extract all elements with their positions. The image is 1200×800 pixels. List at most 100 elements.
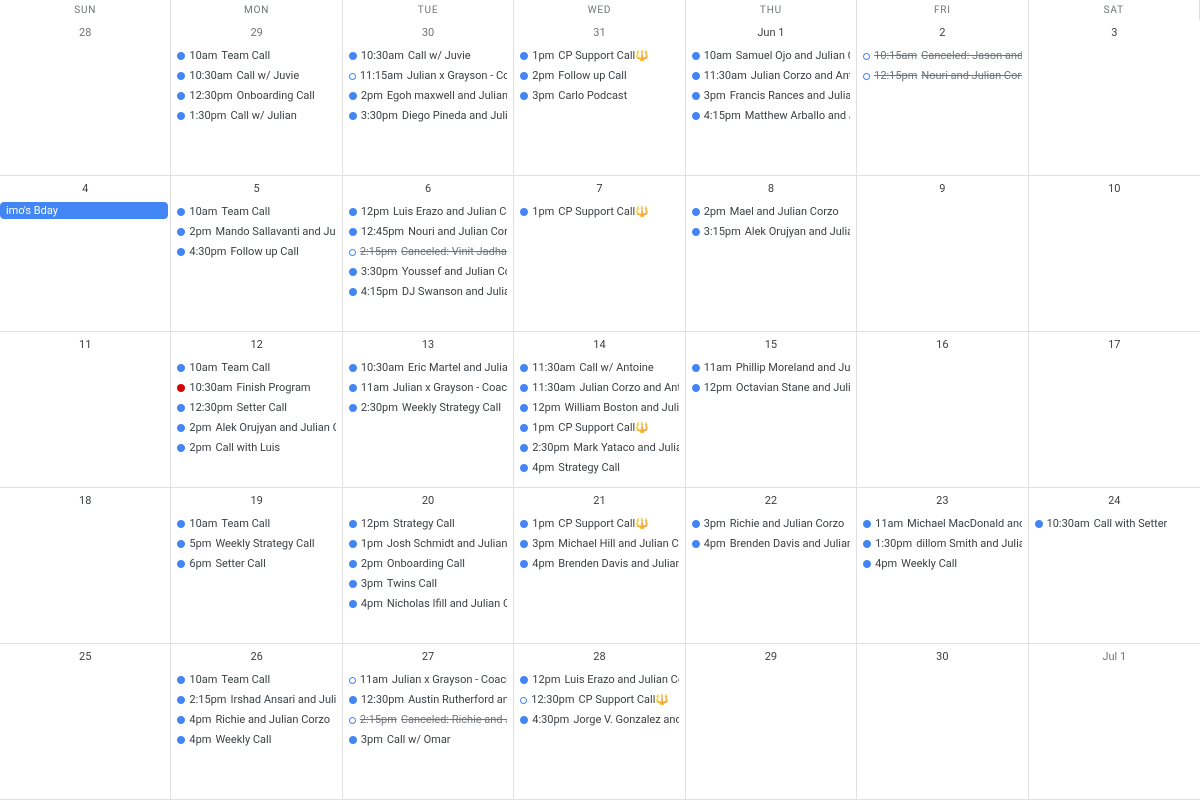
day-number[interactable]: 30 bbox=[345, 24, 511, 42]
calendar-event[interactable]: 6pmSetter Call bbox=[173, 554, 339, 574]
calendar-day-cell[interactable]: 2910amTeam Call10:30amCall w/ Juvie12:30… bbox=[171, 20, 342, 176]
calendar-day-cell[interactable]: 27 11amJulian x Grayson - Coaching12:30pm… bbox=[343, 644, 514, 800]
calendar-event[interactable]: 3pmRichie and Julian Corzo bbox=[688, 514, 854, 534]
calendar-event[interactable]: 4pmStrategy Call bbox=[516, 458, 682, 478]
day-number[interactable]: 12 bbox=[173, 336, 339, 354]
calendar-event[interactable]: 11:30amJulian Corzo and Antoine bbox=[688, 66, 854, 86]
calendar-day-cell[interactable]: 2610amTeam Call2:15pmIrshad Ansari and J… bbox=[171, 644, 342, 800]
day-number[interactable]: 9 bbox=[859, 180, 1025, 198]
calendar-day-cell[interactable]: 29 bbox=[686, 644, 857, 800]
calendar-event[interactable]: 5pmWeekly Strategy Call bbox=[173, 534, 339, 554]
calendar-event[interactable]: 1pmCP Support Call🔱 bbox=[516, 46, 682, 66]
calendar-event[interactable]: 12:45pmNouri and Julian Corzo bbox=[345, 222, 511, 242]
calendar-event[interactable]: 12pmOctavian Stane and Julian bbox=[688, 378, 854, 398]
calendar-event[interactable]: 2:15pmIrshad Ansari and Julian Corzo bbox=[173, 690, 339, 710]
calendar-event[interactable]: 12:30pmOnboarding Call bbox=[173, 86, 339, 106]
calendar-event[interactable]: 2pmEgoh maxwell and Julian Corzo bbox=[345, 86, 511, 106]
calendar-event[interactable]: 4pmBrenden Davis and Julian Corzo bbox=[688, 534, 854, 554]
day-number[interactable]: 19 bbox=[173, 492, 339, 510]
calendar-event[interactable]: 10:30amCall with Setter bbox=[1031, 514, 1198, 534]
day-number[interactable]: 6 bbox=[345, 180, 511, 198]
calendar-event[interactable]: 10:30amFinish Program bbox=[173, 378, 339, 398]
calendar-day-cell[interactable]: Jun 1 10amSamuel Ojo and Julian Corzo11:3… bbox=[686, 20, 857, 176]
day-number[interactable]: 20 bbox=[345, 492, 511, 510]
calendar-day-cell[interactable]: 3010:30amCall w/ Juvie11:15amJulian x Gr… bbox=[343, 20, 514, 176]
calendar-event[interactable]: 3:15pmAlek Orujyan and Julian Corzo bbox=[688, 222, 854, 242]
calendar-event[interactable]: 10:30amEric Martel and Julian Corzo bbox=[345, 358, 511, 378]
calendar-event[interactable]: 4:30pmJorge V. Gonzalez and Julian bbox=[516, 710, 682, 730]
calendar-event[interactable]: 11:30amJulian Corzo and Antoine bbox=[516, 378, 682, 398]
calendar-day-cell[interactable]: 8 2pmMael and Julian Corzo3:15pmAlek Oruj… bbox=[686, 176, 857, 332]
day-number[interactable]: 3 bbox=[1031, 24, 1198, 42]
calendar-event[interactable]: 12pmLuis Erazo and Julian Corzo bbox=[516, 670, 682, 690]
day-number[interactable]: 21 bbox=[516, 492, 682, 510]
calendar-event[interactable]: 4pmWeekly Call bbox=[173, 730, 339, 750]
day-number[interactable]: 8 bbox=[688, 180, 854, 198]
calendar-day-cell[interactable]: 25 bbox=[0, 644, 171, 800]
calendar-day-cell[interactable]: 2012pmStrategy Call1pmJosh Schmidt and J… bbox=[343, 488, 514, 644]
calendar-event[interactable]: 10amTeam Call bbox=[173, 358, 339, 378]
calendar-event[interactable]: 2:30pmMark Yataco and Julian Corzo bbox=[516, 438, 682, 458]
calendar-day-cell[interactable]: 210:15amCanceled: Jason and Julian12:15p… bbox=[857, 20, 1028, 176]
day-number[interactable]: 5 bbox=[173, 180, 339, 198]
calendar-event[interactable]: 3pmFrancis Rances and Julian Corzo bbox=[688, 86, 854, 106]
calendar-event[interactable]: 2pmOnboarding Call bbox=[345, 554, 511, 574]
day-number[interactable]: 29 bbox=[688, 648, 854, 666]
calendar-event[interactable]: 4:15pmMatthew Arballo and Julian bbox=[688, 106, 854, 126]
calendar-event[interactable]: 1pmCP Support Call🔱 bbox=[516, 418, 682, 438]
calendar-event[interactable]: 10amTeam Call bbox=[173, 202, 339, 222]
calendar-day-cell[interactable]: 1210amTeam Call10:30amFinish Program12:3… bbox=[171, 332, 342, 488]
day-number[interactable]: Jul 1 bbox=[1031, 648, 1198, 666]
calendar-event[interactable]: 3pmMichael Hill and Julian Corzo bbox=[516, 534, 682, 554]
calendar-event[interactable]: 11amJulian x Grayson - Coaching bbox=[345, 670, 511, 690]
day-number[interactable]: 28 bbox=[516, 648, 682, 666]
calendar-event[interactable]: 1:30pmCall w/ Julian bbox=[173, 106, 339, 126]
day-number[interactable]: Jun 1 bbox=[688, 24, 854, 42]
day-number[interactable]: 24 bbox=[1031, 492, 1198, 510]
calendar-day-cell[interactable]: 2311amMichael MacDonald and Julian1:30pm… bbox=[857, 488, 1028, 644]
day-number[interactable]: 11 bbox=[2, 336, 168, 354]
calendar-day-cell[interactable]: 3 bbox=[1029, 20, 1200, 176]
day-number[interactable]: 22 bbox=[688, 492, 854, 510]
calendar-event[interactable]: 10amSamuel Ojo and Julian Corzo bbox=[688, 46, 854, 66]
calendar-event[interactable]: 2pmMando Sallavanti and Julian bbox=[173, 222, 339, 242]
day-number[interactable]: 15 bbox=[688, 336, 854, 354]
day-number[interactable]: 26 bbox=[173, 648, 339, 666]
calendar-event[interactable]: 12pmLuis Erazo and Julian Corzo bbox=[345, 202, 511, 222]
day-number[interactable]: 13 bbox=[345, 336, 511, 354]
day-number[interactable]: 30 bbox=[859, 648, 1025, 666]
calendar-event[interactable]: 12pmStrategy Call bbox=[345, 514, 511, 534]
day-number[interactable]: 23 bbox=[859, 492, 1025, 510]
calendar-event[interactable]: 11:30amCall w/ Antoine bbox=[516, 358, 682, 378]
calendar-day-cell[interactable]: 10 bbox=[1029, 176, 1200, 332]
calendar-event[interactable]: 3:30pmYoussef and Julian Corzo bbox=[345, 262, 511, 282]
day-number[interactable]: 27 bbox=[345, 648, 511, 666]
calendar-event[interactable]: 3pmCarlo Podcast bbox=[516, 86, 682, 106]
calendar-event[interactable]: 2pmMael and Julian Corzo bbox=[688, 202, 854, 222]
calendar-event[interactable]: 12:15pmNouri and Julian Corzo bbox=[859, 66, 1025, 86]
calendar-event[interactable]: 11amPhillip Moreland and Julian bbox=[688, 358, 854, 378]
calendar-event[interactable]: 2:15pmCanceled: Vinit Jadhav and bbox=[345, 242, 511, 262]
calendar-day-cell[interactable]: 311pmCP Support Call🔱2pmFollow up Call3p… bbox=[514, 20, 685, 176]
calendar-event[interactable]: 12:30pmCP Support Call🔱 bbox=[516, 690, 682, 710]
calendar-day-cell[interactable]: 18 bbox=[0, 488, 171, 644]
calendar-day-cell[interactable]: 6 12pmLuis Erazo and Julian Corzo12:45pmN… bbox=[343, 176, 514, 332]
calendar-event[interactable]: 4pmRichie and Julian Corzo bbox=[173, 710, 339, 730]
all-day-event[interactable]: imo's Bday bbox=[0, 202, 168, 219]
calendar-day-cell[interactable]: 71pmCP Support Call🔱 bbox=[514, 176, 685, 332]
calendar-event[interactable]: 2:30pmWeekly Strategy Call bbox=[345, 398, 511, 418]
calendar-event[interactable]: 2pmAlek Orujyan and Julian Corzo bbox=[173, 418, 339, 438]
calendar-day-cell[interactable]: Jul 1 bbox=[1029, 644, 1200, 800]
day-number[interactable]: 28 bbox=[2, 24, 168, 42]
calendar-event[interactable]: 12:30pmAustin Rutherford and Julian bbox=[345, 690, 511, 710]
calendar-event[interactable]: 2pmCall with Luis bbox=[173, 438, 339, 458]
calendar-event[interactable]: 10:30amCall w/ Juvie bbox=[345, 46, 511, 66]
calendar-day-cell[interactable]: 28 bbox=[0, 20, 171, 176]
day-number[interactable]: 14 bbox=[516, 336, 682, 354]
calendar-day-cell[interactable]: 16 bbox=[857, 332, 1028, 488]
calendar-event[interactable]: 10:15amCanceled: Jason and Julian bbox=[859, 46, 1025, 66]
calendar-event[interactable]: 3pmCall w/ Omar bbox=[345, 730, 511, 750]
calendar-event[interactable]: 11amJulian x Grayson - Coaching bbox=[345, 378, 511, 398]
calendar-day-cell[interactable]: 17 bbox=[1029, 332, 1200, 488]
calendar-day-cell[interactable]: 14 11:30amCall w/ Antoine11:30amJulian Co… bbox=[514, 332, 685, 488]
